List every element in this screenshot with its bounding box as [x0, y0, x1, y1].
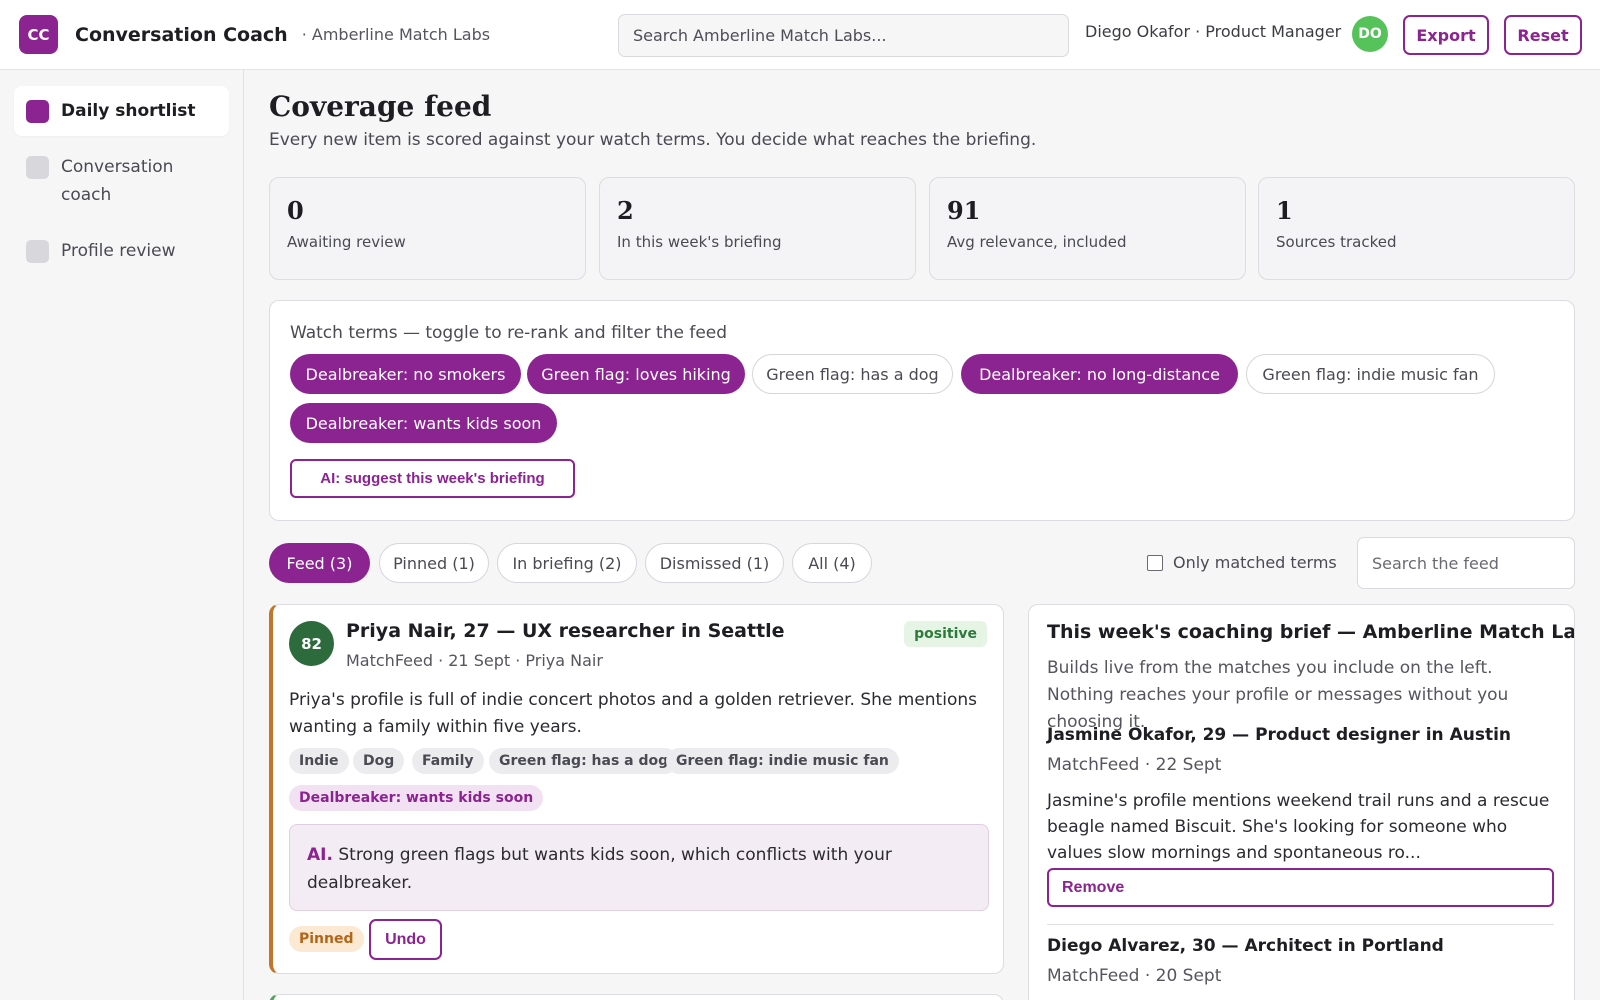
topic-tag: Indie [289, 748, 349, 774]
user-name: Diego Okafor · Product Manager [1085, 22, 1342, 41]
page-title: Coverage feed [269, 90, 492, 123]
matched-term-tag: Green flag: indie music fan [666, 748, 899, 774]
tab-dismissed[interactable]: Dismissed (1) [645, 543, 784, 583]
sentiment-badge: positive [904, 621, 987, 647]
brief-title: This week's coaching brief — Amberline M… [1047, 621, 1575, 643]
page-subtitle: Every new item is scored against your wa… [269, 130, 1037, 150]
stat-value: 2 [617, 196, 634, 225]
stat-label: Sources tracked [1276, 233, 1397, 251]
nav-square-icon [26, 100, 49, 123]
export-button[interactable]: Export [1403, 15, 1489, 55]
sidebar-item-conversation-coach[interactable]: Conversation coach [14, 142, 229, 220]
sidebar-item-label: Daily shortlist [61, 101, 196, 121]
watch-term-chip[interactable]: Green flag: loves hiking [527, 354, 745, 394]
stat-label: Avg relevance, included [947, 233, 1127, 251]
remove-from-brief-button[interactable]: Remove [1047, 868, 1554, 907]
brief-subtitle: Builds live from the matches you include… [1047, 658, 1509, 732]
brief-item-title: Diego Alvarez, 30 — Architect in Portlan… [1047, 936, 1444, 956]
ai-note: AI. Strong green flags but wants kids so… [289, 824, 989, 911]
sidebar-item-daily-shortlist[interactable]: Daily shortlist [14, 86, 229, 136]
undo-button[interactable]: Undo [369, 919, 442, 960]
stat-avg-relevance: 91 Avg relevance, included [929, 177, 1246, 280]
stat-value: 91 [947, 196, 981, 225]
stat-value: 1 [1276, 196, 1293, 225]
app-logo[interactable]: CC [19, 15, 58, 54]
tab-pinned[interactable]: Pinned (1) [379, 543, 489, 583]
divider [1047, 924, 1554, 925]
sidebar-item-label: Conversation coach [61, 157, 174, 205]
org-name: · Amberline Match Labs [301, 25, 491, 44]
app-title: Conversation Coach [75, 23, 288, 46]
stat-awaiting-review: 0 Awaiting review [269, 177, 586, 280]
brief-item-title: Jasmine Okafor, 29 — Product designer in… [1047, 725, 1512, 745]
watch-terms-label: Watch terms — toggle to re-rank and filt… [290, 323, 728, 343]
feed-card-next[interactable] [269, 994, 1004, 1000]
ai-note-text: Strong green flags but wants kids soon, … [307, 845, 892, 893]
watch-term-chip[interactable]: Green flag: indie music fan [1246, 354, 1495, 394]
watch-term-chip[interactable]: Dealbreaker: no long-distance [961, 354, 1238, 394]
feed-card-meta: MatchFeed · 21 Sept · Priya Nair [346, 651, 603, 670]
topic-tag: Family [412, 748, 484, 774]
pinned-badge: Pinned [289, 926, 364, 952]
watch-term-chip[interactable]: Green flag: has a dog [752, 354, 953, 394]
stat-in-briefing: 2 In this week's briefing [599, 177, 916, 280]
tab-all[interactable]: All (4) [792, 543, 872, 583]
global-search-input[interactable] [618, 14, 1069, 57]
sidebar-item-label: Profile review [61, 241, 176, 261]
brief-item-meta: MatchFeed · 22 Sept [1047, 755, 1222, 775]
feed-search-input[interactable] [1357, 537, 1575, 589]
watch-term-chip[interactable]: Dealbreaker: wants kids soon [290, 403, 557, 443]
relevance-score: 82 [289, 621, 334, 666]
watch-term-chip[interactable]: Dealbreaker: no smokers [290, 354, 521, 394]
stat-label: In this week's briefing [617, 233, 782, 251]
ai-suggest-briefing-button[interactable]: AI: suggest this week's briefing [290, 459, 575, 498]
feed-card[interactable]: 82 Priya Nair, 27 — UX researcher in Sea… [269, 604, 1004, 974]
brief-item-body: Jasmine's profile mentions weekend trail… [1047, 791, 1550, 863]
ai-label: AI. [307, 845, 333, 865]
only-matched-checkbox[interactable] [1147, 554, 1163, 571]
dealbreaker-tag: Dealbreaker: wants kids soon [289, 785, 544, 811]
only-matched-label: Only matched terms [1173, 553, 1337, 572]
sidebar-item-profile-review[interactable]: Profile review [14, 226, 229, 276]
matched-term-tag: Green flag: has a dog [489, 748, 679, 774]
stat-label: Awaiting review [287, 233, 406, 251]
watch-terms-panel: Watch terms — toggle to re-rank and filt… [269, 300, 1575, 521]
only-matched-toggle[interactable]: Only matched terms [1147, 553, 1337, 572]
feed-card-title[interactable]: Priya Nair, 27 — UX researcher in Seattl… [346, 620, 785, 642]
tab-feed[interactable]: Feed (3) [269, 543, 370, 583]
stat-value: 0 [287, 196, 304, 225]
avatar[interactable]: DO [1352, 16, 1388, 52]
brief-item-meta: MatchFeed · 20 Sept [1047, 966, 1222, 986]
stat-sources-tracked: 1 Sources tracked [1258, 177, 1575, 280]
nav-square-icon [26, 240, 49, 263]
sidebar: Daily shortlist Conversation coach Profi… [0, 70, 244, 1000]
tab-in-briefing[interactable]: In briefing (2) [497, 543, 637, 583]
coaching-brief-panel: This week's coaching brief — Amberline M… [1028, 604, 1575, 1000]
nav-square-icon [26, 156, 49, 179]
topic-tag: Dog [353, 748, 405, 774]
reset-button[interactable]: Reset [1504, 15, 1582, 55]
feed-card-body: Priya's profile is full of indie concert… [289, 690, 977, 737]
